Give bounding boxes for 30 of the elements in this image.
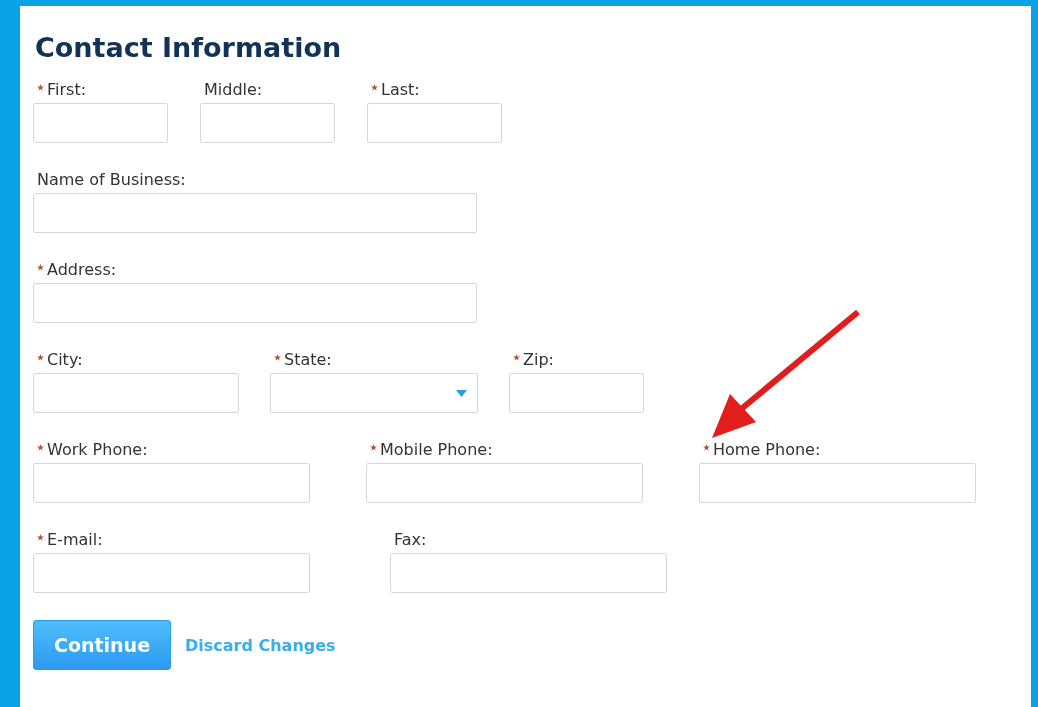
field-label: Zip: [523,350,554,369]
input-field[interactable] [200,103,335,143]
field-label: Middle: [204,80,263,99]
input-field[interactable] [33,463,310,503]
field-label: Home Phone: [713,440,821,459]
field-label: E-mail: [47,530,103,549]
input-field[interactable] [509,373,644,413]
input-field[interactable] [367,103,502,143]
field-label: Mobile Phone: [380,440,493,459]
input-field[interactable] [33,373,239,413]
input-field[interactable] [33,193,477,233]
input-field[interactable] [366,463,643,503]
input-field[interactable] [699,463,976,503]
input-field[interactable] [390,553,667,593]
field-label: First: [47,80,87,99]
input-field[interactable] [33,553,310,593]
field-label: Work Phone: [47,440,148,459]
field-label: Name of Business: [37,170,186,189]
field-label: City: [47,350,83,369]
field-label: State: [284,350,332,369]
field-label: Fax: [394,530,427,549]
input-field[interactable] [33,283,477,323]
state-dropdown[interactable] [270,373,478,413]
section-title: Contact Information [35,32,342,63]
field-label: Address: [47,260,117,279]
input-field[interactable] [33,103,168,143]
continue-button[interactable]: Continue [33,620,171,670]
discard-link[interactable]: Discard Changes [185,635,336,655]
field-label: Last: [381,80,420,99]
caret-icon [456,389,467,397]
